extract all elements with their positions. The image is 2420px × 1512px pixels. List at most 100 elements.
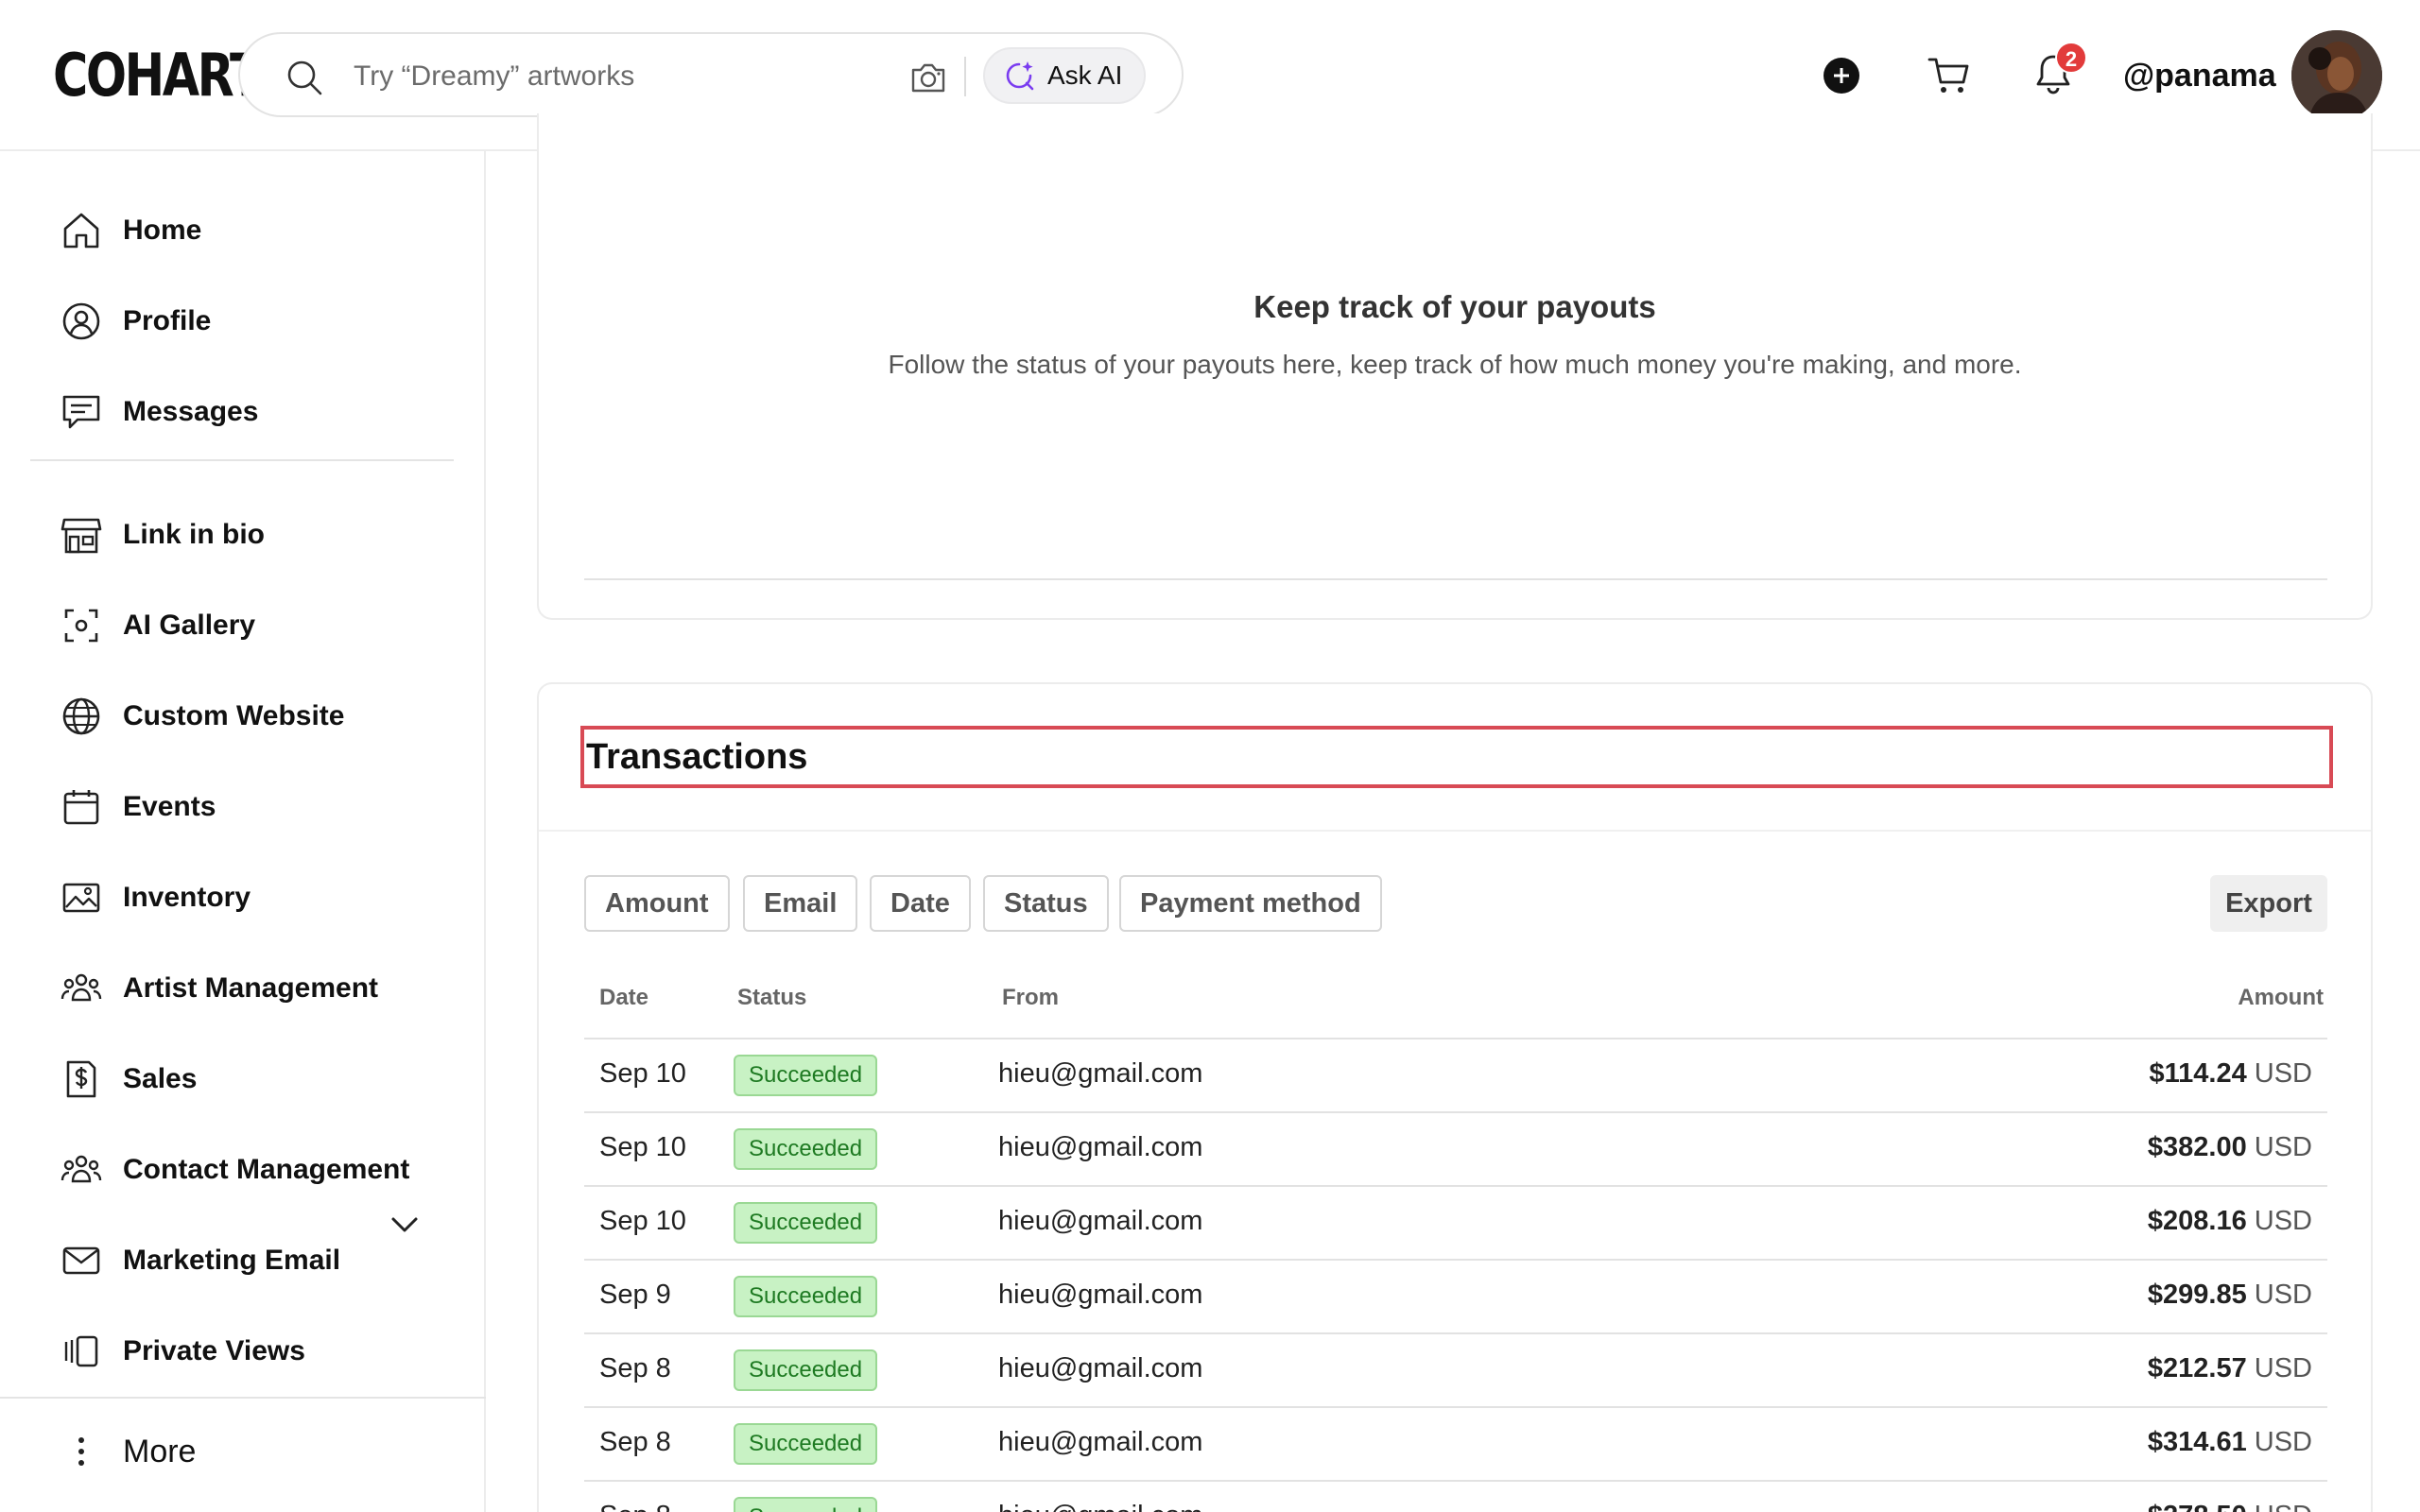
filter-payment-method-button[interactable]: Payment method [1119,875,1382,932]
messages-icon [60,391,102,433]
sidebar-item-marketing-email[interactable]: Marketing Email [60,1232,340,1289]
sidebar-item-link-in-bio[interactable]: Link in bio [60,507,265,563]
sidebar-item-label: Artist Management [123,972,379,1004]
column-header-date[interactable]: Date [599,985,648,1011]
amount-value: $212.57 [2147,1353,2247,1383]
sidebar-item-label: Link in bio [123,519,265,550]
globe-icon [60,696,102,737]
payouts-card: Keep track of your payouts Follow the st… [537,113,2373,620]
filter-amount-button[interactable]: Amount [584,875,730,932]
sidebar-item-messages[interactable]: Messages [60,384,258,440]
sidebar-item-ai-gallery[interactable]: AI Gallery [60,597,255,654]
table-row[interactable]: Sep 10 Succeeded hieu@gmail.com $114.24 … [584,1040,2327,1113]
filter-email-button[interactable]: Email [743,875,858,932]
more-vertical-icon [60,1431,102,1472]
row-date: Sep 10 [599,1132,686,1162]
status-badge: Succeeded [734,1276,878,1317]
sidebar-item-label: Sales [123,1063,198,1094]
amount-value: $299.85 [2147,1280,2247,1310]
add-icon[interactable] [1823,57,1860,94]
table-row[interactable]: Sep 8 Succeeded hieu@gmail.com $212.57 U… [584,1334,2327,1408]
sidebar-item-artist-management[interactable]: Artist Management [60,960,378,1017]
amount-value: $314.61 [2147,1427,2247,1457]
people-icon [60,1149,102,1191]
sidebar-item-label: More [123,1433,197,1469]
search-icon [287,60,322,95]
filter-status-button[interactable]: Status [983,875,1109,932]
sidebar-item-more[interactable]: More [60,1423,196,1480]
transactions-header-divider [539,830,2371,832]
sidebar-item-contact-management[interactable]: Contact Management [60,1142,409,1198]
sidebar-item-home[interactable]: Home [60,202,201,259]
row-from-email: hieu@gmail.com [998,1501,1202,1512]
row-amount: $382.00 USD [2148,1132,2312,1163]
status-badge: Succeeded [734,1055,878,1096]
sidebar-item-inventory[interactable]: Inventory [60,869,251,926]
sidebar-item-profile[interactable]: Profile [60,293,211,350]
sidebar-item-label: Messages [123,396,259,427]
amount-value: $208.16 [2147,1206,2247,1236]
sidebar-item-custom-website[interactable]: Custom Website [60,688,344,745]
transactions-card: Transactions Amount Email Date Status Pa… [537,682,2373,1512]
amount-currency: USD [2254,1427,2312,1457]
sidebar-item-label: Inventory [123,882,251,913]
cohart-logo[interactable]: COHART [53,42,263,110]
ai-sparkle-icon [1006,61,1034,91]
user-avatar[interactable] [2291,30,2382,121]
sidebar-item-events[interactable]: Events [60,779,216,835]
notification-count-badge: 2 [2055,42,2087,74]
sidebar-item-label: Home [123,215,202,246]
amount-value: $114.24 [2149,1058,2247,1089]
sidebar-item-label: AI Gallery [123,610,256,641]
transactions-title-highlight [580,726,2333,788]
ask-ai-label: Ask AI [1047,60,1123,90]
search-bar[interactable]: Ask AI [238,32,1184,117]
amount-currency: USD [2254,1206,2312,1236]
home-icon [60,210,102,251]
row-from-email: hieu@gmail.com [998,1427,1203,1457]
transactions-title: Transactions [586,737,808,777]
sidebar-item-label: Contact Management [123,1154,410,1185]
column-header-from[interactable]: From [1002,985,1059,1011]
amount-currency: USD [2254,1353,2312,1383]
export-button[interactable]: Export [2210,875,2327,932]
storefront-icon [60,514,102,556]
sidebar-item-label: Events [123,791,216,822]
amount-currency: USD [2254,1280,2312,1310]
row-from-email: hieu@gmail.com [998,1206,1203,1236]
row-date: Sep 9 [599,1280,671,1310]
username-label[interactable]: @panama [2123,55,2276,96]
chevron-down-icon[interactable] [388,1208,422,1242]
image-icon [60,877,102,919]
status-badge: Succeeded [734,1349,878,1391]
mail-icon [60,1240,102,1281]
status-badge: Succeeded [734,1423,878,1465]
sidebar-item-private-views[interactable]: Private Views [60,1323,305,1380]
status-badge: Succeeded [734,1202,878,1244]
payouts-subtitle: Follow the status of your payouts here, … [888,350,2022,379]
table-row[interactable]: Sep 8 Succeeded hieu@gmail.com $278.50 U… [584,1482,2327,1512]
camera-icon[interactable] [908,57,949,98]
row-date: Sep 10 [599,1206,686,1236]
row-amount: $278.50 USD [2148,1501,2312,1512]
table-row[interactable]: Sep 10 Succeeded hieu@gmail.com $382.00 … [584,1113,2327,1187]
column-header-status[interactable]: Status [737,985,806,1011]
amount-value: $382.00 [2147,1132,2247,1162]
table-row[interactable]: Sep 9 Succeeded hieu@gmail.com $299.85 U… [584,1261,2327,1334]
profile-icon [60,301,102,342]
table-row[interactable]: Sep 10 Succeeded hieu@gmail.com $208.16 … [584,1187,2327,1261]
sidebar-item-sales[interactable]: Sales [60,1051,197,1108]
row-from-email: hieu@gmail.com [998,1280,1203,1310]
row-amount: $114.24 USD [2149,1058,2312,1090]
dollar-icon [60,1058,102,1100]
cart-icon[interactable] [1927,55,1972,96]
filter-date-button[interactable]: Date [870,875,971,932]
row-from-email: hieu@gmail.com [998,1132,1203,1162]
ask-ai-button[interactable]: Ask AI [983,47,1146,104]
private-views-icon [60,1331,102,1372]
table-row[interactable]: Sep 8 Succeeded hieu@gmail.com $314.61 U… [584,1408,2327,1482]
column-header-amount[interactable]: Amount [2238,985,2324,1011]
sidebar-item-label: Custom Website [123,700,345,731]
sidebar: Home Profile Messages Link in bio AI Gal… [0,151,486,1512]
sidebar-item-label: Marketing Email [123,1245,341,1276]
